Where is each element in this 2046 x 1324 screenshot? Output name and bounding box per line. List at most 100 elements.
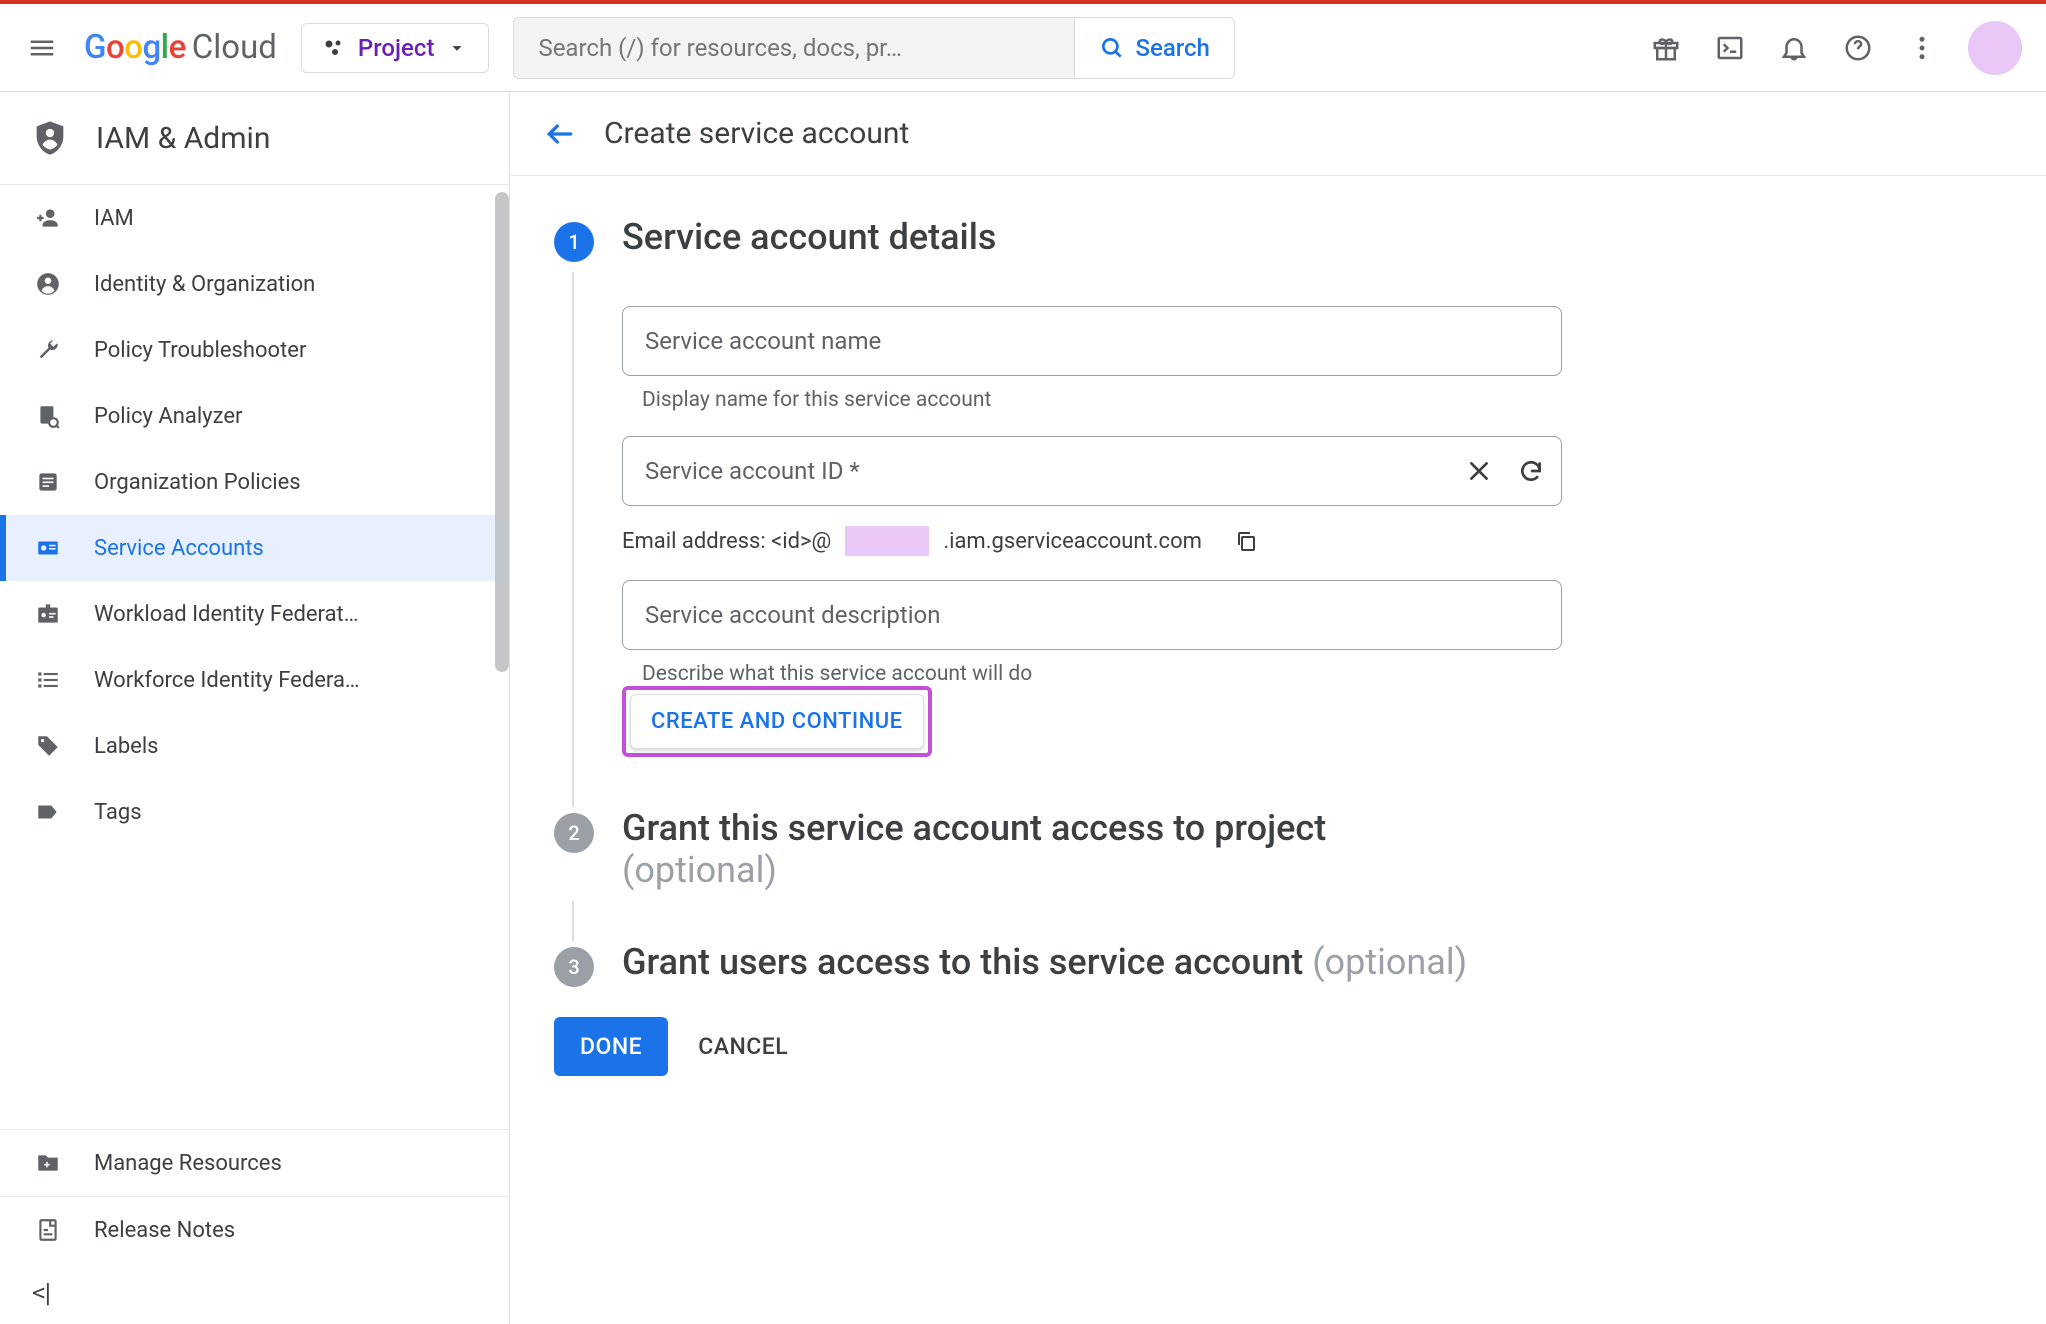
sidebar-item-policy-troubleshooter[interactable]: Policy Troubleshooter — [0, 317, 509, 383]
more-button[interactable] — [1904, 30, 1940, 66]
cloud-logo-text: Cloud — [192, 28, 277, 67]
search-button[interactable]: Search — [1074, 18, 1233, 78]
search-button-label: Search — [1135, 34, 1209, 62]
sidebar-item-policy-analyzer[interactable]: Policy Analyzer — [0, 383, 509, 449]
sidebar-header: IAM & Admin — [0, 92, 509, 185]
copy-email-button[interactable] — [1234, 529, 1258, 553]
sidebar-item-label: Manage Resources — [94, 1151, 282, 1176]
clear-id-button[interactable] — [1464, 456, 1494, 486]
helper-name: Display name for this service account — [642, 388, 1582, 412]
input-service-account-desc[interactable] — [622, 580, 1562, 650]
refresh-icon — [1518, 458, 1544, 484]
copy-icon — [1234, 529, 1258, 553]
project-icon — [322, 36, 346, 60]
sidebar-list: IAM Identity & Organization Policy Troub… — [0, 185, 509, 1129]
button-row: DONE CANCEL — [554, 1017, 2002, 1076]
bell-icon — [1779, 33, 1809, 63]
step-3-header[interactable]: 3 Grant users access to this service acc… — [554, 941, 2002, 987]
step-2-badge: 2 — [554, 813, 594, 853]
email-suffix: .iam.gserviceaccount.com — [943, 529, 1202, 554]
list-icon — [32, 469, 64, 495]
sidebar: IAM & Admin IAM Identity & Organization … — [0, 92, 510, 1324]
sidebar-item-identity[interactable]: Identity & Organization — [0, 251, 509, 317]
sidebar-item-label: Organization Policies — [94, 470, 301, 495]
notifications-button[interactable] — [1776, 30, 1812, 66]
hamburger-menu[interactable] — [24, 30, 60, 66]
person-add-icon — [32, 205, 64, 231]
email-address-row: Email address: <id>@ .iam.gserviceaccount… — [622, 526, 1582, 556]
sidebar-item-label: IAM — [94, 206, 134, 231]
step-1-body: Display name for this service account Em… — [572, 272, 1582, 807]
field-service-account-desc: Describe what this service account will … — [622, 580, 1582, 686]
help-icon — [1843, 33, 1873, 63]
step-1-title: Service account details — [622, 216, 996, 258]
menu-icon — [27, 33, 57, 63]
sidebar-item-manage-resources[interactable]: Manage Resources — [0, 1130, 509, 1196]
google-logo: Google — [84, 28, 186, 67]
email-prefix: Email address: <id>@ — [622, 529, 831, 554]
collapse-sidebar[interactable]: <| — [0, 1263, 509, 1324]
sidebar-item-service-accounts[interactable]: Service Accounts — [0, 515, 509, 581]
logo[interactable]: Google Cloud — [84, 28, 277, 67]
tag-icon — [32, 733, 64, 759]
gift-button[interactable] — [1648, 30, 1684, 66]
input-service-account-id[interactable] — [622, 436, 1562, 506]
wrench-icon — [32, 337, 64, 363]
sidebar-item-label: Policy Analyzer — [94, 404, 242, 429]
sidebar-scrollbar[interactable] — [495, 192, 509, 672]
sidebar-footer: Manage Resources Release Notes <| — [0, 1129, 509, 1324]
sidebar-item-labels[interactable]: Labels — [0, 713, 509, 779]
more-vert-icon — [1907, 33, 1937, 63]
input-service-account-name[interactable] — [622, 306, 1562, 376]
sidebar-item-label: Labels — [94, 734, 159, 759]
project-label: Project — [358, 34, 435, 62]
helper-desc: Describe what this service account will … — [642, 662, 1582, 686]
step-3-title: Grant users access to this service accou… — [622, 941, 1467, 983]
sidebar-item-workforce-identity[interactable]: Workforce Identity Federa… — [0, 647, 509, 713]
help-button[interactable] — [1840, 30, 1876, 66]
sidebar-item-label: Release Notes — [94, 1218, 235, 1243]
sidebar-item-label: Workload Identity Federat… — [94, 602, 358, 627]
folder-plus-icon — [32, 1150, 64, 1176]
sidebar-item-label: Identity & Organization — [94, 272, 315, 297]
search-icon — [1099, 35, 1125, 61]
chevron-down-icon — [446, 37, 468, 59]
sidebar-item-workload-identity[interactable]: Workload Identity Federat… — [0, 581, 509, 647]
step-2-title: Grant this service account access to pro… — [622, 807, 1326, 891]
step-2-body — [572, 901, 1582, 941]
account-circle-icon — [32, 271, 64, 297]
done-button[interactable]: DONE — [554, 1017, 668, 1076]
project-picker[interactable]: Project — [301, 23, 490, 73]
sidebar-item-tags[interactable]: Tags — [0, 779, 509, 845]
field-service-account-id — [622, 436, 1582, 506]
sidebar-item-org-policies[interactable]: Organization Policies — [0, 449, 509, 515]
arrow-back-icon — [544, 118, 576, 150]
step-3-badge: 3 — [554, 947, 594, 987]
regenerate-id-button[interactable] — [1516, 456, 1546, 486]
label-icon — [32, 799, 64, 825]
sidebar-item-iam[interactable]: IAM — [0, 185, 509, 251]
service-account-icon — [32, 535, 64, 561]
step-2-header[interactable]: 2 Grant this service account access to p… — [554, 807, 2002, 891]
sidebar-item-label: Service Accounts — [94, 536, 264, 561]
top-bar: Google Cloud Project Search — [0, 4, 2046, 92]
cancel-button[interactable]: CANCEL — [698, 1033, 788, 1060]
highlight-box: CREATE AND CONTINUE — [622, 686, 932, 757]
field-service-account-name: Display name for this service account — [622, 306, 1582, 412]
create-and-continue-button[interactable]: CREATE AND CONTINUE — [630, 694, 924, 749]
search-input[interactable] — [514, 18, 1074, 78]
back-button[interactable] — [544, 118, 576, 150]
sidebar-item-release-notes[interactable]: Release Notes — [0, 1196, 509, 1263]
iam-shield-icon — [30, 118, 70, 158]
step-1-badge: 1 — [554, 222, 594, 262]
page-header: Create service account — [510, 92, 2046, 176]
avatar[interactable] — [1968, 21, 2022, 75]
top-actions — [1648, 21, 2022, 75]
badge-icon — [32, 601, 64, 627]
page-title: Create service account — [604, 116, 909, 151]
cloud-shell-button[interactable] — [1712, 30, 1748, 66]
email-redacted — [845, 526, 929, 556]
list-lines-icon — [32, 667, 64, 693]
sidebar-item-label: Workforce Identity Federa… — [94, 668, 360, 693]
gift-icon — [1651, 33, 1681, 63]
